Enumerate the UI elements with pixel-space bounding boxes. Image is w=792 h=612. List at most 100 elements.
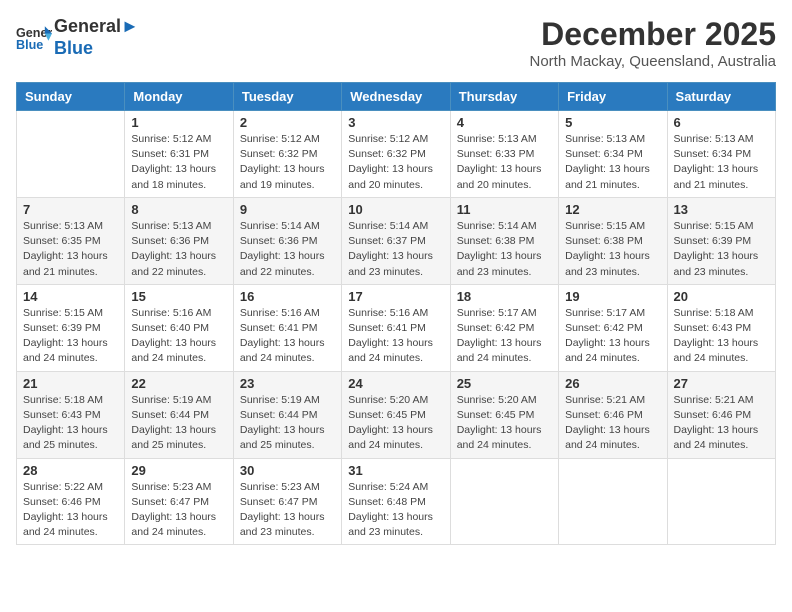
day-number: 7 [23, 202, 118, 217]
day-number: 5 [565, 115, 660, 130]
day-number: 25 [457, 376, 552, 391]
calendar-cell: 13 Sunrise: 5:15 AM Sunset: 6:39 PM Dayli… [667, 197, 775, 284]
calendar-cell: 2 Sunrise: 5:12 AM Sunset: 6:32 PM Daylig… [233, 111, 341, 198]
day-info: Sunrise: 5:20 AM Sunset: 6:45 PM Dayligh… [348, 393, 443, 454]
day-info: Sunrise: 5:17 AM Sunset: 6:42 PM Dayligh… [565, 306, 660, 367]
day-number: 4 [457, 115, 552, 130]
calendar-cell: 10 Sunrise: 5:14 AM Sunset: 6:37 PM Dayli… [342, 197, 450, 284]
day-info: Sunrise: 5:14 AM Sunset: 6:37 PM Dayligh… [348, 219, 443, 280]
day-number: 10 [348, 202, 443, 217]
day-number: 31 [348, 463, 443, 478]
day-info: Sunrise: 5:15 AM Sunset: 6:39 PM Dayligh… [674, 219, 769, 280]
calendar-cell: 28 Sunrise: 5:22 AM Sunset: 6:46 PM Dayli… [17, 458, 125, 545]
calendar-cell: 6Sunrise: 5:13 AM Sunset: 6:34 PM Daylig… [667, 111, 775, 198]
day-info: Sunrise: 5:15 AM Sunset: 6:39 PM Dayligh… [23, 306, 118, 367]
weekday-header-tuesday: Tuesday [233, 83, 341, 111]
day-info: Sunrise: 5:13 AM Sunset: 6:34 PM Dayligh… [674, 132, 769, 193]
calendar-cell: 24Sunrise: 5:20 AM Sunset: 6:45 PM Dayli… [342, 371, 450, 458]
day-info: Sunrise: 5:13 AM Sunset: 6:36 PM Dayligh… [131, 219, 226, 280]
day-number: 11 [457, 202, 552, 217]
svg-text:Blue: Blue [16, 37, 43, 51]
day-number: 16 [240, 289, 335, 304]
calendar-cell: 5 Sunrise: 5:13 AM Sunset: 6:34 PM Daylig… [559, 111, 667, 198]
calendar-cell: 14 Sunrise: 5:15 AM Sunset: 6:39 PM Dayli… [17, 284, 125, 371]
calendar-cell: 19Sunrise: 5:17 AM Sunset: 6:42 PM Dayli… [559, 284, 667, 371]
day-info: Sunrise: 5:16 AM Sunset: 6:40 PM Dayligh… [131, 306, 226, 367]
calendar-cell: 4 Sunrise: 5:13 AM Sunset: 6:33 PM Daylig… [450, 111, 558, 198]
day-number: 9 [240, 202, 335, 217]
logo: General Blue General► Blue [16, 16, 139, 59]
calendar-cell: 20 Sunrise: 5:18 AM Sunset: 6:43 PM Dayli… [667, 284, 775, 371]
day-number: 14 [23, 289, 118, 304]
weekday-header-friday: Friday [559, 83, 667, 111]
calendar-week-row: 28 Sunrise: 5:22 AM Sunset: 6:46 PM Dayli… [17, 458, 776, 545]
day-info: Sunrise: 5:13 AM Sunset: 6:34 PM Dayligh… [565, 132, 660, 193]
day-number: 2 [240, 115, 335, 130]
day-number: 28 [23, 463, 118, 478]
day-number: 18 [457, 289, 552, 304]
day-number: 3 [348, 115, 443, 130]
logo-text: General► Blue [54, 16, 139, 59]
calendar-cell [667, 458, 775, 545]
title-area: December 2025 North Mackay, Queensland, … [529, 16, 776, 70]
calendar-week-row: 1Sunrise: 5:12 AM Sunset: 6:31 PM Daylig… [17, 111, 776, 198]
calendar-cell: 26 Sunrise: 5:21 AM Sunset: 6:46 PM Dayli… [559, 371, 667, 458]
calendar-cell: 29 Sunrise: 5:23 AM Sunset: 6:47 PM Dayli… [125, 458, 233, 545]
day-info: Sunrise: 5:14 AM Sunset: 6:36 PM Dayligh… [240, 219, 335, 280]
logo-icon: General Blue [16, 24, 52, 52]
day-info: Sunrise: 5:23 AM Sunset: 6:47 PM Dayligh… [131, 480, 226, 541]
day-info: Sunrise: 5:17 AM Sunset: 6:42 PM Dayligh… [457, 306, 552, 367]
day-info: Sunrise: 5:12 AM Sunset: 6:32 PM Dayligh… [348, 132, 443, 193]
page-header: General Blue General► Blue December 2025… [16, 16, 776, 70]
day-number: 26 [565, 376, 660, 391]
day-number: 30 [240, 463, 335, 478]
day-number: 13 [674, 202, 769, 217]
calendar-cell: 3 Sunrise: 5:12 AM Sunset: 6:32 PM Daylig… [342, 111, 450, 198]
calendar-cell [450, 458, 558, 545]
weekday-header-monday: Monday [125, 83, 233, 111]
day-info: Sunrise: 5:21 AM Sunset: 6:46 PM Dayligh… [674, 393, 769, 454]
day-info: Sunrise: 5:21 AM Sunset: 6:46 PM Dayligh… [565, 393, 660, 454]
calendar-cell: 9 Sunrise: 5:14 AM Sunset: 6:36 PM Daylig… [233, 197, 341, 284]
weekday-header-sunday: Sunday [17, 83, 125, 111]
day-info: Sunrise: 5:22 AM Sunset: 6:46 PM Dayligh… [23, 480, 118, 541]
day-number: 8 [131, 202, 226, 217]
day-info: Sunrise: 5:18 AM Sunset: 6:43 PM Dayligh… [23, 393, 118, 454]
day-number: 15 [131, 289, 226, 304]
calendar-table: SundayMondayTuesdayWednesdayThursdayFrid… [16, 82, 776, 545]
calendar-cell: 1Sunrise: 5:12 AM Sunset: 6:31 PM Daylig… [125, 111, 233, 198]
day-info: Sunrise: 5:19 AM Sunset: 6:44 PM Dayligh… [240, 393, 335, 454]
calendar-cell: 23Sunrise: 5:19 AM Sunset: 6:44 PM Dayli… [233, 371, 341, 458]
calendar-week-row: 21 Sunrise: 5:18 AM Sunset: 6:43 PM Dayli… [17, 371, 776, 458]
calendar-cell: 21 Sunrise: 5:18 AM Sunset: 6:43 PM Dayli… [17, 371, 125, 458]
calendar-cell: 11Sunrise: 5:14 AM Sunset: 6:38 PM Dayli… [450, 197, 558, 284]
weekday-header-saturday: Saturday [667, 83, 775, 111]
calendar-cell [559, 458, 667, 545]
day-number: 20 [674, 289, 769, 304]
day-number: 21 [23, 376, 118, 391]
day-info: Sunrise: 5:19 AM Sunset: 6:44 PM Dayligh… [131, 393, 226, 454]
day-info: Sunrise: 5:18 AM Sunset: 6:43 PM Dayligh… [674, 306, 769, 367]
day-info: Sunrise: 5:12 AM Sunset: 6:32 PM Dayligh… [240, 132, 335, 193]
calendar-cell: 12Sunrise: 5:15 AM Sunset: 6:38 PM Dayli… [559, 197, 667, 284]
month-title: December 2025 [529, 16, 776, 53]
day-info: Sunrise: 5:16 AM Sunset: 6:41 PM Dayligh… [348, 306, 443, 367]
day-number: 29 [131, 463, 226, 478]
calendar-cell [17, 111, 125, 198]
calendar-cell: 22Sunrise: 5:19 AM Sunset: 6:44 PM Dayli… [125, 371, 233, 458]
calendar-cell: 15 Sunrise: 5:16 AM Sunset: 6:40 PM Dayli… [125, 284, 233, 371]
calendar-cell: 30Sunrise: 5:23 AM Sunset: 6:47 PM Dayli… [233, 458, 341, 545]
calendar-cell: 27Sunrise: 5:21 AM Sunset: 6:46 PM Dayli… [667, 371, 775, 458]
day-info: Sunrise: 5:12 AM Sunset: 6:31 PM Dayligh… [131, 132, 226, 193]
calendar-cell: 17 Sunrise: 5:16 AM Sunset: 6:41 PM Dayli… [342, 284, 450, 371]
day-info: Sunrise: 5:20 AM Sunset: 6:45 PM Dayligh… [457, 393, 552, 454]
day-number: 17 [348, 289, 443, 304]
calendar-week-row: 14 Sunrise: 5:15 AM Sunset: 6:39 PM Dayli… [17, 284, 776, 371]
day-info: Sunrise: 5:13 AM Sunset: 6:35 PM Dayligh… [23, 219, 118, 280]
day-info: Sunrise: 5:16 AM Sunset: 6:41 PM Dayligh… [240, 306, 335, 367]
day-number: 12 [565, 202, 660, 217]
calendar-cell: 18 Sunrise: 5:17 AM Sunset: 6:42 PM Dayli… [450, 284, 558, 371]
weekday-header-wednesday: Wednesday [342, 83, 450, 111]
calendar-cell: 31Sunrise: 5:24 AM Sunset: 6:48 PM Dayli… [342, 458, 450, 545]
day-info: Sunrise: 5:13 AM Sunset: 6:33 PM Dayligh… [457, 132, 552, 193]
